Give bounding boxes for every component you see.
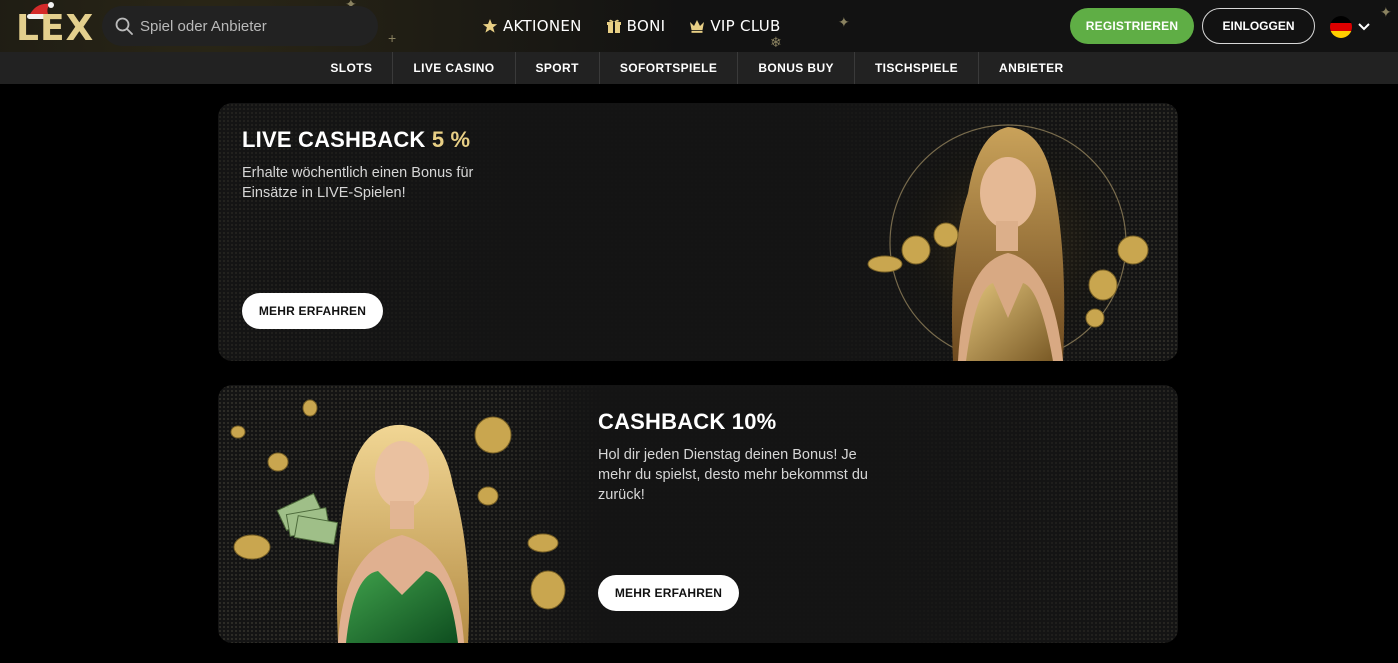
gift-icon — [606, 19, 621, 33]
top-nav: AKTIONEN BONI VIP CLUB — [482, 0, 781, 52]
category-sport[interactable]: SPORT — [514, 52, 599, 84]
sparkle-decoration: ✦ — [1380, 4, 1392, 20]
chevron-down-icon — [1358, 23, 1370, 31]
nav-aktionen[interactable]: AKTIONEN — [482, 17, 582, 35]
mehr-erfahren-button[interactable]: MEHR ERFAHREN — [598, 575, 739, 611]
sparkle-decoration: + — [388, 30, 397, 46]
promo-title: LIVE CASHBACK 5 % — [242, 127, 470, 153]
category-sofortspiele[interactable]: SOFORTSPIELE — [598, 52, 737, 84]
sparkle-decoration: ✦ — [838, 14, 850, 30]
search-input[interactable] — [140, 17, 370, 35]
logo-text: LEX — [16, 8, 95, 49]
nav-vip-club-label: VIP CLUB — [710, 17, 781, 35]
promo-title-main: CASHBACK 10% — [598, 409, 777, 434]
category-bonus-buy[interactable]: BONUS BUY — [737, 52, 854, 84]
promo-woman-green-image — [230, 399, 566, 643]
nav-vip-club[interactable]: VIP CLUB — [689, 17, 780, 35]
star-icon — [482, 19, 498, 33]
promo-card-live-cashback: LIVE CASHBACK 5 % Erhalte wöchentlich ei… — [218, 103, 1178, 361]
promo-title: CASHBACK 10% — [598, 409, 776, 435]
nav-boni[interactable]: BONI — [606, 17, 666, 35]
top-header: ✦ + ❄ ✦ ✦ LEX AKTIONEN — [0, 0, 1398, 52]
register-button[interactable]: REGISTRIEREN — [1070, 8, 1194, 44]
nav-aktionen-label: AKTIONEN — [503, 17, 582, 35]
promo-title-accent: 5 % — [431, 127, 471, 152]
crown-icon — [690, 20, 705, 33]
language-selector[interactable] — [1330, 16, 1370, 38]
category-tischspiele[interactable]: TISCHSPIELE — [853, 52, 978, 84]
promo-description: Erhalte wöchentlich einen Bonus für Eins… — [242, 165, 474, 201]
mehr-erfahren-button[interactable]: MEHR ERFAHREN — [242, 293, 383, 329]
login-button[interactable]: EINLOGGEN — [1202, 8, 1315, 44]
category-slots[interactable]: SLOTS — [310, 52, 392, 84]
site-logo[interactable]: LEX — [14, 2, 95, 49]
promo-card-cashback: CASHBACK 10% Hol dir jeden Dienstag dein… — [218, 385, 1178, 643]
promo-title-main: LIVE CASHBACK — [242, 127, 432, 152]
search-icon — [115, 17, 133, 35]
category-live-casino[interactable]: LIVE CASINO — [392, 52, 514, 84]
promo-description: Hol dir jeden Dienstag deinen Bonus! Je … — [598, 447, 868, 503]
search-box[interactable] — [102, 6, 378, 46]
nav-boni-label: BONI — [626, 17, 666, 35]
category-nav: SLOTS LIVE CASINO SPORT SOFORTSPIELE BON… — [0, 52, 1398, 84]
promo-woman-gold-image — [867, 118, 1149, 361]
de-flag-icon — [1330, 16, 1352, 38]
category-anbieter[interactable]: ANBIETER — [978, 52, 1084, 84]
